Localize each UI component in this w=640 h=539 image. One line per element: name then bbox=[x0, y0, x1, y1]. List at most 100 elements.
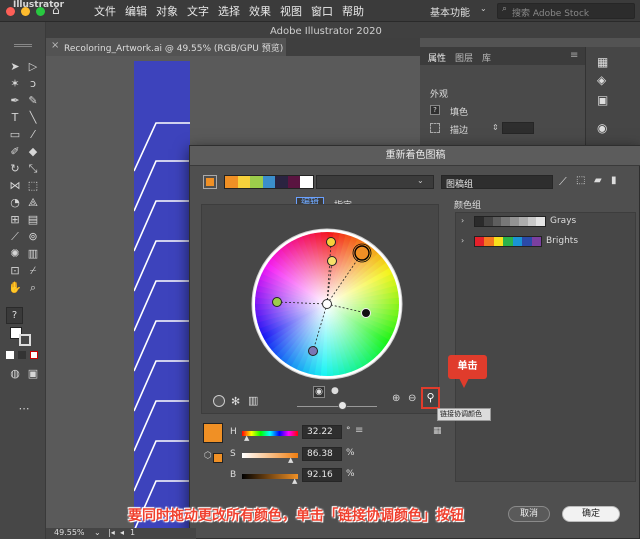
artwork-group-select[interactable]: 图稿组 bbox=[441, 175, 553, 190]
group-swatch[interactable] bbox=[536, 217, 545, 226]
panel-menu-icon[interactable]: ≡ bbox=[570, 50, 578, 61]
screen-mode-icon[interactable]: ▣ bbox=[26, 367, 40, 380]
harmony-swatch[interactable] bbox=[262, 176, 276, 188]
lasso-icon[interactable]: ↄ bbox=[26, 77, 40, 90]
group-swatch[interactable] bbox=[501, 217, 510, 226]
harmony-swatch[interactable] bbox=[287, 176, 301, 188]
harmony-color-strip[interactable] bbox=[224, 175, 314, 189]
free-transform-icon[interactable]: ⬚ bbox=[26, 179, 40, 192]
group-swatch[interactable] bbox=[503, 237, 513, 246]
smooth-wheel-icon[interactable] bbox=[213, 395, 225, 407]
group-swatch[interactable] bbox=[493, 237, 504, 246]
color-grid-icon[interactable]: ▦ bbox=[433, 426, 442, 436]
brightness-slider[interactable] bbox=[242, 474, 298, 479]
layers-dock-icon[interactable]: ◈ bbox=[597, 73, 606, 87]
pen-tool-icon[interactable]: ✒ bbox=[8, 94, 22, 107]
save-group-icon[interactable]: ⬚ bbox=[576, 175, 585, 186]
color-dock-icon[interactable]: ◉ bbox=[597, 121, 607, 135]
group-swatch[interactable] bbox=[475, 237, 485, 246]
saturation-slider-thumb[interactable]: ▲ bbox=[288, 456, 293, 464]
page-number[interactable]: 1 bbox=[130, 528, 135, 537]
hand-tool-icon[interactable]: ✋ bbox=[8, 281, 22, 294]
chevron-down-icon[interactable]: ⌄ bbox=[94, 528, 101, 537]
selection-tool-icon[interactable]: ➤ bbox=[8, 60, 22, 73]
zoom-tool-icon[interactable]: ⌕ bbox=[26, 281, 40, 294]
group-swatch[interactable] bbox=[483, 217, 493, 226]
group-swatch[interactable] bbox=[522, 237, 532, 246]
chevron-right-icon[interactable]: › bbox=[461, 216, 464, 225]
harmony-swatch[interactable] bbox=[225, 176, 238, 188]
brightness-slider-thumb-hsb[interactable]: ▲ bbox=[292, 477, 297, 485]
zoom-level[interactable]: 49.55% bbox=[54, 528, 85, 537]
grays-swatches[interactable] bbox=[474, 216, 546, 227]
hue-input[interactable]: 32.22 bbox=[302, 425, 342, 439]
first-page-icon[interactable]: |◂ bbox=[108, 528, 115, 537]
column-graph-icon[interactable]: ▥ bbox=[26, 247, 40, 260]
symbol-sprayer-icon[interactable]: ✺ bbox=[8, 247, 22, 260]
saturation-input[interactable]: 86.38 bbox=[302, 447, 342, 461]
hue-slider-thumb[interactable]: ▲ bbox=[244, 434, 249, 442]
selected-color-preview[interactable] bbox=[203, 423, 223, 443]
remove-color-icon[interactable]: ⊖ bbox=[408, 393, 416, 404]
draw-normal-icon[interactable]: ◍ bbox=[8, 367, 22, 380]
group-swatch[interactable] bbox=[518, 217, 528, 226]
hue-slider[interactable] bbox=[242, 431, 298, 436]
color-bars-icon[interactable]: ▥ bbox=[248, 394, 258, 407]
harmony-swatch[interactable] bbox=[275, 176, 288, 188]
eyedropper-icon[interactable]: ⟋ bbox=[8, 230, 22, 243]
group-swatch[interactable] bbox=[527, 217, 537, 226]
libraries-dock-icon[interactable]: ▣ bbox=[597, 93, 608, 107]
active-color-swatch[interactable] bbox=[203, 175, 217, 189]
toolbar-grip[interactable] bbox=[14, 44, 32, 47]
perspective-grid-icon[interactable]: ⟁ bbox=[26, 196, 40, 209]
group-swatch[interactable] bbox=[475, 217, 484, 226]
prev-page-icon[interactable]: ◂ bbox=[120, 528, 124, 537]
paintbrush-icon[interactable]: ⁄ bbox=[26, 128, 40, 141]
new-group-folder-icon[interactable]: ▰ bbox=[594, 175, 602, 186]
color-group-row-brights[interactable]: › Brights bbox=[456, 233, 635, 251]
menu-select[interactable]: 选择 bbox=[218, 3, 240, 19]
artboard-tool-icon[interactable]: ⊡ bbox=[8, 264, 22, 277]
show-brightness-icon[interactable]: ● bbox=[331, 386, 339, 396]
stroke-weight-input[interactable] bbox=[502, 122, 534, 134]
link-harmony-colors-button[interactable]: ⚲ bbox=[421, 387, 440, 409]
menu-object[interactable]: 对象 bbox=[156, 3, 178, 19]
slice-tool-icon[interactable]: ⌿ bbox=[26, 264, 40, 277]
properties-dock-icon[interactable]: ▦ bbox=[597, 55, 608, 69]
ok-button[interactable]: 确定 bbox=[562, 506, 620, 522]
artboard[interactable] bbox=[133, 61, 190, 539]
harmony-swatch[interactable] bbox=[250, 176, 263, 188]
question-icon[interactable]: ? bbox=[6, 307, 23, 324]
brightness-slider-thumb[interactable] bbox=[338, 401, 347, 410]
stroke-swatch[interactable] bbox=[19, 334, 31, 346]
menu-help[interactable]: 帮助 bbox=[342, 3, 364, 19]
menu-file[interactable]: 文件 bbox=[94, 3, 116, 19]
question-icon[interactable]: ? bbox=[430, 105, 440, 115]
line-tool-icon[interactable]: ╲ bbox=[26, 111, 40, 124]
menu-effect[interactable]: 效果 bbox=[249, 3, 271, 19]
eyedropper-icon[interactable]: ⟋ bbox=[559, 175, 567, 189]
gradient-mode-icon[interactable] bbox=[18, 351, 26, 359]
shaper-tool-icon[interactable]: ✐ bbox=[8, 145, 22, 158]
more-tools-icon[interactable]: ⋯ bbox=[17, 402, 31, 415]
stroke-icon[interactable] bbox=[430, 123, 440, 133]
color-group-row-grays[interactable]: › Grays bbox=[456, 213, 635, 231]
stepper-icon[interactable]: ⇕ bbox=[492, 123, 500, 133]
group-swatch[interactable] bbox=[531, 237, 541, 246]
group-swatch[interactable] bbox=[510, 217, 519, 226]
harmony-swatch[interactable] bbox=[237, 176, 251, 188]
segmented-wheel-icon[interactable]: ✻ bbox=[231, 395, 240, 408]
menu-view[interactable]: 视图 bbox=[280, 3, 302, 19]
rotate-tool-icon[interactable]: ↻ bbox=[8, 162, 22, 175]
menu-icon[interactable]: ≡ bbox=[355, 425, 363, 436]
none-mode-icon[interactable] bbox=[30, 351, 38, 359]
group-swatch[interactable] bbox=[512, 237, 523, 246]
brights-swatches[interactable] bbox=[474, 236, 542, 247]
magic-wand-icon[interactable]: ✶ bbox=[8, 77, 22, 90]
rectangle-tool-icon[interactable]: ▭ bbox=[8, 128, 22, 141]
show-saturation-icon[interactable]: ◉ bbox=[313, 386, 325, 398]
eraser-icon[interactable]: ◆ bbox=[26, 145, 40, 158]
group-swatch[interactable] bbox=[492, 217, 502, 226]
gradient-tool-icon[interactable]: ▤ bbox=[26, 213, 40, 226]
close-tab-icon[interactable]: × bbox=[51, 40, 59, 51]
